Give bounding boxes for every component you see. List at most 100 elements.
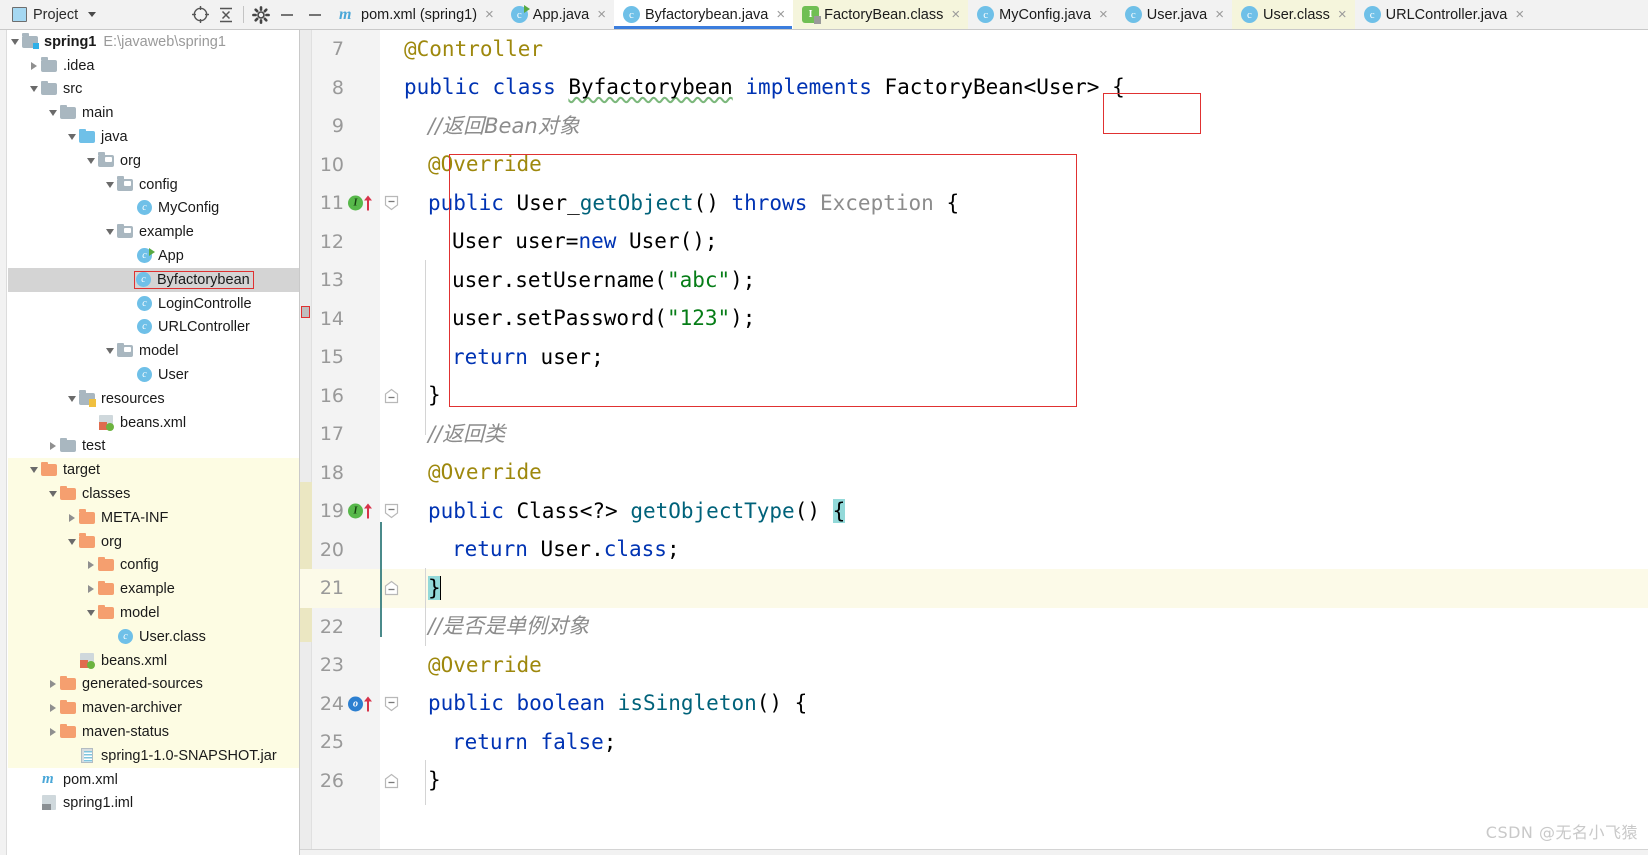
chevron-right-icon[interactable]	[46, 704, 60, 713]
tree-node-maven-status[interactable]: maven-status	[8, 720, 299, 744]
tab-myconfig-java[interactable]: c MyConfig.java ×	[968, 0, 1116, 29]
chevron-right-icon[interactable]	[84, 561, 98, 570]
code-line-26[interactable]: 26}	[300, 762, 1648, 801]
code-line-19[interactable]: 19 Ipublic Class<?> getObjectType() {	[300, 492, 1648, 531]
code-text[interactable]: return User.class;	[404, 539, 1648, 560]
tree-node-model[interactable]: model	[8, 339, 299, 363]
code-line-9[interactable]: 9 //返回Bean对象	[300, 107, 1648, 146]
fold-toggle-icon[interactable]	[380, 492, 404, 531]
code-text[interactable]: //是否是单例对象	[404, 616, 1648, 637]
tree-node-example[interactable]: example	[8, 220, 299, 244]
code-editor[interactable]: 7 @Controller 8 public class Byfactorybean …	[300, 30, 1648, 855]
tree-node-generated-sources[interactable]: generated-sources	[8, 672, 299, 697]
fold-toggle-icon[interactable]	[380, 569, 404, 608]
chevron-down-icon[interactable]	[46, 110, 60, 117]
tree-node-spring1-1-0-snapshot-jar[interactable]: spring1-1.0-SNAPSHOT.jar	[8, 743, 299, 768]
tree-node-app[interactable]: c App	[8, 244, 299, 268]
gear-icon[interactable]	[248, 2, 274, 28]
chevron-down-icon[interactable]	[84, 610, 98, 617]
chevron-right-icon[interactable]	[27, 61, 41, 70]
tab-user-java[interactable]: c User.java ×	[1116, 0, 1232, 29]
code-text[interactable]: }	[404, 385, 1648, 406]
tree-node-example[interactable]: example	[8, 577, 299, 602]
close-icon[interactable]: ×	[1099, 7, 1108, 22]
chevron-right-icon[interactable]	[84, 585, 98, 594]
code-text[interactable]: }	[404, 576, 1648, 601]
implementing-method-icon[interactable]: I	[348, 184, 380, 223]
code-text[interactable]: //返回类	[404, 423, 1648, 445]
tab-user-class[interactable]: c User.class ×	[1232, 0, 1355, 29]
tree-node-spring1[interactable]: spring1 E:\javaweb\spring1	[8, 30, 299, 54]
code-lines[interactable]: 7 @Controller 8 public class Byfactorybean …	[300, 30, 1648, 855]
code-line-20[interactable]: 20 return User.class;	[300, 531, 1648, 570]
tree-node-config[interactable]: config	[8, 553, 299, 578]
code-text[interactable]: public Class<?> getObjectType() {	[404, 498, 1648, 523]
close-icon[interactable]: ×	[1515, 7, 1524, 22]
fold-toggle-icon[interactable]	[380, 377, 404, 416]
chevron-down-icon[interactable]	[103, 229, 117, 236]
chevron-down-icon[interactable]	[84, 157, 98, 164]
tree-node-model[interactable]: model	[8, 601, 299, 625]
collapse-all-icon[interactable]	[213, 2, 239, 28]
code-line-21[interactable]: 21}	[300, 569, 1648, 608]
tree-node-maven-archiver[interactable]: maven-archiver	[8, 696, 299, 721]
tree-node-main[interactable]: main	[8, 101, 299, 125]
code-line-18[interactable]: 18 @Override	[300, 454, 1648, 493]
close-icon[interactable]: ×	[1338, 7, 1347, 22]
code-line-7[interactable]: 7 @Controller	[300, 30, 1648, 69]
tree-node-beans-xml[interactable]: beans.xml	[8, 648, 299, 673]
chevron-down-icon[interactable]	[27, 86, 41, 93]
code-line-13[interactable]: 13 user.setUsername("abc");	[300, 261, 1648, 300]
chevron-down-icon[interactable]	[103, 181, 117, 188]
code-text[interactable]: @Override	[404, 462, 1648, 483]
chevron-right-icon[interactable]	[46, 728, 60, 736]
code-text[interactable]: @Controller	[404, 38, 1648, 60]
chevron-down-icon[interactable]	[65, 134, 79, 141]
fold-toggle-icon[interactable]	[380, 685, 404, 724]
code-text[interactable]: //返回Bean对象	[404, 115, 1648, 137]
code-line-14[interactable]: 14 user.setPassword("123");	[300, 300, 1648, 339]
close-icon[interactable]: ×	[776, 7, 785, 22]
tree-node-beans-xml[interactable]: beans.xml	[8, 411, 299, 435]
tree-node-urlcontroller[interactable]: c URLController	[8, 316, 299, 340]
tree-node-org[interactable]: org	[8, 149, 299, 173]
code-text[interactable]: @Override	[404, 654, 1648, 676]
chevron-down-icon[interactable]	[65, 538, 79, 545]
locate-icon[interactable]	[187, 2, 213, 28]
project-view-selector[interactable]: Project	[8, 5, 100, 25]
chevron-right-icon[interactable]	[46, 442, 60, 451]
tree-node-myconfig[interactable]: c MyConfig	[8, 197, 299, 221]
code-text[interactable]: public boolean isSingleton() {	[404, 693, 1648, 714]
tab-factorybean-class[interactable]: I FactoryBean.class ×	[793, 0, 969, 29]
code-line-22[interactable]: 22 //是否是单例对象	[300, 608, 1648, 647]
code-line-15[interactable]: 15 return user;	[300, 338, 1648, 377]
chevron-down-icon[interactable]	[88, 12, 97, 17]
tree-node-test[interactable]: test	[8, 435, 299, 459]
tab-urlcontroller-java[interactable]: c URLController.java ×	[1355, 0, 1532, 29]
tree-node-byfactorybean[interactable]: c Byfactorybean	[8, 267, 299, 292]
tree-node-src[interactable]: src	[8, 78, 299, 102]
code-text[interactable]: return user;	[404, 346, 1648, 368]
tree-node-classes[interactable]: classes	[8, 482, 299, 506]
code-text[interactable]: public User_getObject() throws Exception…	[404, 192, 1648, 214]
tree-node-config[interactable]: config	[8, 173, 299, 197]
code-line-10[interactable]: 10 @Override	[300, 146, 1648, 185]
code-line-23[interactable]: 23 @Override	[300, 646, 1648, 685]
code-text[interactable]: }	[404, 770, 1648, 791]
tab-app-java[interactable]: c App.java ×	[502, 0, 614, 29]
hide-panel-icon[interactable]	[274, 2, 300, 28]
chevron-right-icon[interactable]	[46, 680, 60, 689]
tab-byfactorybean-java[interactable]: c Byfactorybean.java ×	[614, 0, 794, 29]
code-line-16[interactable]: 16}	[300, 377, 1648, 416]
tree-node-org[interactable]: org	[8, 529, 299, 554]
chevron-down-icon[interactable]	[103, 348, 117, 355]
code-line-11[interactable]: 11 Ipublic User_getObject() throws Except…	[300, 184, 1648, 223]
tab-list-collapse-button[interactable]	[300, 0, 330, 29]
code-line-17[interactable]: 17 //返回类	[300, 415, 1648, 454]
fold-toggle-icon[interactable]	[380, 184, 404, 223]
close-icon[interactable]: ×	[951, 7, 960, 22]
close-icon[interactable]: ×	[485, 7, 494, 22]
tree-node-pom-xml[interactable]: m pom.xml	[8, 768, 299, 792]
chevron-down-icon[interactable]	[27, 467, 41, 474]
code-line-12[interactable]: 12 User user=new User();	[300, 223, 1648, 262]
